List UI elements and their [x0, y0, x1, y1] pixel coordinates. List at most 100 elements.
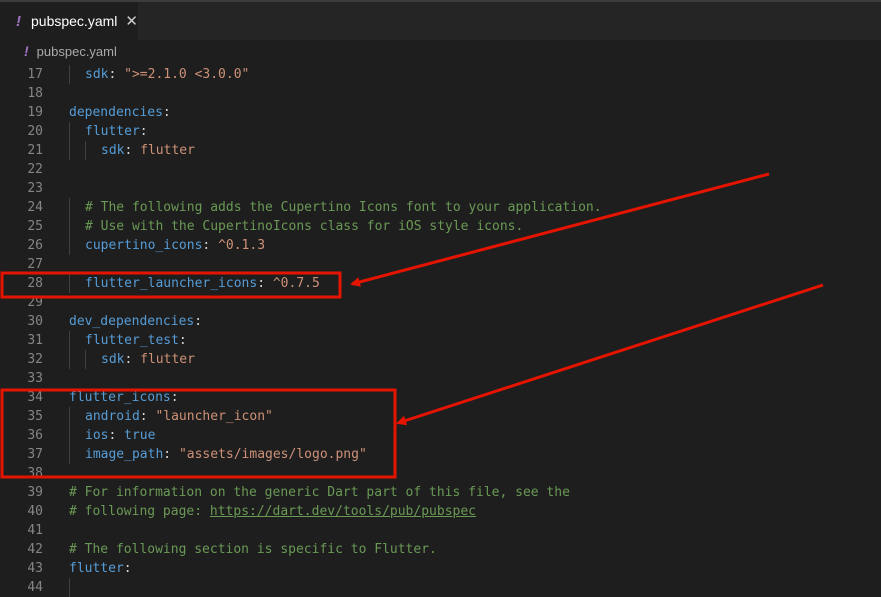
code-token: : — [108, 67, 125, 82]
code-token: sdk — [101, 352, 125, 367]
code-line[interactable]: 34 flutter_icons: — [0, 388, 881, 407]
code-line[interactable]: 30 dev_dependencies: — [0, 312, 881, 331]
code-token: : — [178, 333, 187, 348]
code-line[interactable]: 42 # The following section is specific to… — [0, 540, 881, 559]
code-token: dependencies — [69, 105, 163, 120]
code-line[interactable]: 39 # For information on the generic Dart … — [0, 483, 881, 502]
breadcrumb: ! pubspec.yaml — [0, 40, 881, 62]
line-number: 35 — [27, 409, 43, 424]
code-line[interactable]: 27 — [0, 255, 881, 274]
line-number: 42 — [27, 542, 43, 557]
line-number: 22 — [27, 162, 43, 177]
indent-guide — [69, 407, 70, 426]
code-token: : — [162, 105, 171, 120]
code-line[interactable]: 36 ios: true — [0, 426, 881, 445]
indent-guide — [69, 445, 70, 464]
code-text: cupertino_icons: ^0.1.3 — [85, 236, 265, 255]
line-number: 17 — [27, 67, 43, 82]
code-line[interactable]: 29 — [0, 293, 881, 312]
tab-bar: ! pubspec.yaml ✕ — [0, 0, 881, 40]
code-line[interactable]: 38 — [0, 464, 881, 483]
indent-guide — [69, 578, 70, 597]
code-text: # Use with the CupertinoIcons class for … — [85, 217, 523, 236]
code-token: android — [85, 409, 140, 424]
code-text: ios: true — [85, 426, 155, 445]
code-token: flutter_launcher_icons — [85, 276, 258, 291]
code-line[interactable]: 22 — [0, 160, 881, 179]
code-token: # The following adds the Cupertino Icons… — [85, 200, 602, 215]
code-text: flutter: — [69, 559, 132, 578]
code-line[interactable]: 32 sdk: flutter — [0, 350, 881, 369]
line-number: 27 — [27, 257, 43, 272]
line-number: 19 — [27, 105, 43, 120]
tab-label: pubspec.yaml — [31, 13, 118, 29]
code-text: sdk: flutter — [101, 350, 195, 369]
line-number: 18 — [27, 86, 43, 101]
code-token: : — [124, 352, 141, 367]
code-editor[interactable]: 17 sdk: ">=2.1.0 <3.0.0" 18 19 dependencies:… — [0, 65, 881, 597]
code-token: image_path — [85, 447, 164, 462]
code-line[interactable]: 43 flutter: — [0, 559, 881, 578]
line-number: 32 — [27, 352, 43, 367]
line-number: 41 — [27, 523, 43, 538]
code-token: flutter — [140, 143, 195, 158]
code-line[interactable]: 18 — [0, 84, 881, 103]
indent-guide — [69, 65, 70, 84]
breadcrumb-item-file[interactable]: pubspec.yaml — [37, 44, 117, 59]
code-token: : — [194, 314, 203, 329]
code-token: : — [139, 124, 148, 139]
code-line[interactable]: 21 sdk: flutter — [0, 141, 881, 160]
line-number: 24 — [27, 200, 43, 215]
code-token: : — [123, 561, 132, 576]
code-token: ^0.7.5 — [272, 276, 320, 291]
line-number: 37 — [27, 447, 43, 462]
code-token: true — [124, 428, 156, 443]
code-line[interactable]: 25 # Use with the CupertinoIcons class fo… — [0, 217, 881, 236]
code-token: : — [139, 409, 156, 424]
line-number: 38 — [27, 466, 43, 481]
code-token: # following page: — [69, 504, 210, 519]
indent-guide — [69, 217, 70, 236]
code-line[interactable]: 33 — [0, 369, 881, 388]
indent-guide — [69, 350, 70, 369]
code-line[interactable]: 26 cupertino_icons: ^0.1.3 — [0, 236, 881, 255]
code-line[interactable]: 19 dependencies: — [0, 103, 881, 122]
line-number: 25 — [27, 219, 43, 234]
code-text: flutter_icons: — [69, 388, 179, 407]
code-link[interactable]: https://dart.dev/tools/pub/pubspec — [210, 504, 476, 519]
code-text: image_path: "assets/images/logo.png" — [85, 445, 367, 464]
code-token: flutter — [69, 561, 124, 576]
line-number: 36 — [27, 428, 43, 443]
code-line[interactable]: 40 # following page: https://dart.dev/too… — [0, 502, 881, 521]
code-token: : — [170, 390, 179, 405]
close-icon[interactable]: ✕ — [125, 12, 138, 30]
code-token: # The following section is specific to F… — [69, 542, 437, 557]
code-token: flutter_test — [85, 333, 179, 348]
indent-guide — [69, 274, 70, 293]
code-line[interactable]: 28 flutter_launcher_icons: ^0.7.5 — [0, 274, 881, 293]
code-line[interactable]: 20 flutter: — [0, 122, 881, 141]
code-token: : — [108, 428, 125, 443]
code-line[interactable]: 37 image_path: "assets/images/logo.png" — [0, 445, 881, 464]
code-line[interactable]: 17 sdk: ">=2.1.0 <3.0.0" — [0, 65, 881, 84]
indent-guide — [69, 331, 70, 350]
code-token: : — [163, 447, 179, 462]
code-text: # The following adds the Cupertino Icons… — [85, 198, 602, 217]
code-token: : — [202, 238, 219, 253]
indent-guide — [69, 122, 70, 141]
code-text: flutter_launcher_icons: ^0.7.5 — [85, 274, 320, 293]
indent-guide — [69, 236, 70, 255]
code-token: : — [257, 276, 273, 291]
code-line[interactable]: 41 — [0, 521, 881, 540]
code-line[interactable]: 24 # The following adds the Cupertino Ico… — [0, 198, 881, 217]
code-token: ^0.1.3 — [218, 238, 266, 253]
line-number: 30 — [27, 314, 43, 329]
code-line[interactable]: 31 flutter_test: — [0, 331, 881, 350]
tab-pubspec-yaml[interactable]: ! pubspec.yaml ✕ — [0, 2, 138, 40]
code-line[interactable]: 44 — [0, 578, 881, 597]
code-token: "assets/images/logo.png" — [178, 447, 367, 462]
code-text: sdk: flutter — [101, 141, 195, 160]
code-text: dependencies: — [69, 103, 171, 122]
code-line[interactable]: 35 android: "launcher_icon" — [0, 407, 881, 426]
code-line[interactable]: 23 — [0, 179, 881, 198]
